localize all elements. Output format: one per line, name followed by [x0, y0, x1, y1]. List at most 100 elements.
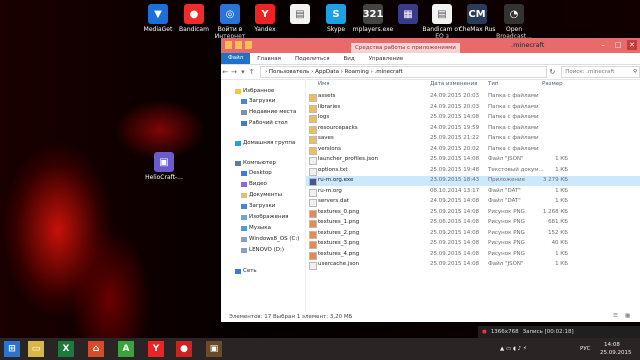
back-arrow-icon[interactable]: ← — [221, 68, 230, 76]
nav-homegroup[interactable]: Домашняя группа — [235, 140, 295, 146]
file-date: 24.09.2015 14:08 — [430, 198, 480, 204]
record-icon[interactable]: ● — [482, 329, 487, 335]
file-row[interactable]: launcher_profiles.json 25.09.2015 14:08 Фа… — [306, 155, 640, 165]
file-date: 25.09.2015 14:08 — [430, 229, 480, 236]
file-size: 3 279 КБ — [542, 177, 568, 183]
new-folder-icon[interactable] — [245, 41, 252, 49]
up-arrow-icon[interactable]: ↑ — [247, 68, 256, 76]
file-row[interactable]: textures_1.png 25.06.2015 14:08 Рисунок PN… — [306, 218, 640, 228]
language-indicator[interactable]: РУС — [580, 346, 591, 352]
file-type: Файл "DAT" — [488, 187, 521, 194]
nav-drive-c[interactable]: Windows8_OS (C:) — [241, 236, 299, 242]
forward-arrow-icon[interactable]: → — [230, 68, 239, 76]
nav-recent-places[interactable]: Недавние места — [241, 109, 296, 115]
tray-icons[interactable]: ▲ ▭ ◖ ♪ ⚡ — [500, 346, 527, 352]
excel-icon[interactable]: X — [58, 341, 74, 357]
chemax-icon: CM — [467, 4, 487, 24]
nav-computer[interactable]: Компьютер — [235, 160, 276, 166]
nav-music[interactable]: Музыка — [241, 225, 271, 231]
folder-icon[interactable] — [225, 41, 232, 49]
file-row[interactable]: servers.dat 24.09.2015 14:08 Файл "DAT" 1 К… — [306, 197, 640, 207]
file-row[interactable]: textures_2.png 25.09.2015 14:08 Рисунок PN… — [306, 229, 640, 239]
file-name: assets — [318, 93, 336, 99]
nav-video[interactable]: Видео — [241, 181, 267, 187]
clock-date[interactable]: 25.09.2015 — [600, 350, 632, 356]
tab-file[interactable]: Файл — [221, 53, 251, 64]
nav-downloads-2[interactable]: Загрузки — [241, 203, 275, 209]
file-row[interactable]: saves 25.09.2015 21:22 Папка с файлами — [306, 134, 640, 144]
bandicam-icon[interactable]: ● — [176, 341, 192, 357]
start-icon[interactable]: ⊞ — [4, 341, 20, 357]
file-size: 1 КБ — [555, 187, 568, 194]
file-name: logs — [318, 114, 330, 120]
mplayer-icon: 321 — [363, 4, 383, 24]
details-view-icon[interactable]: ☰ — [613, 313, 618, 319]
clock-time[interactable]: 14:08 — [604, 342, 620, 348]
properties-icon[interactable] — [235, 41, 242, 49]
column-header-date[interactable]: Дата изменения — [430, 81, 477, 90]
desktop-shortcut-label: mplayers.exe — [352, 26, 394, 33]
tab-home[interactable]: Главная — [250, 56, 288, 62]
status-bar: Элементов: 17 Выбран 1 элемент: 3,20 МБ … — [221, 312, 640, 322]
tab-view[interactable]: Вид — [337, 56, 362, 62]
file-row[interactable]: resourcepacks 24.09.2015 19:59 Папка с фай… — [306, 124, 640, 134]
file-row[interactable]: ru-m.org 08.10.2014 13:17 Файл "DAT" 1 КБ — [306, 187, 640, 197]
nav-favorites[interactable]: Избранное — [235, 88, 274, 94]
file-date: 25.09.2015 14:08 — [430, 156, 480, 162]
file-row[interactable]: ru-m.org.exe 23.09.2015 18:43 Приложение 3 … — [306, 176, 640, 186]
recent-dropdown-icon[interactable]: ▾ — [238, 68, 247, 76]
file-name: servers.dat — [318, 198, 350, 204]
file-row[interactable]: textures_4.png 25.09.2015 14:08 Рисунок PN… — [306, 250, 640, 260]
file-explorer-icon[interactable]: ▭ — [28, 341, 44, 357]
file-type: Папка с файлами — [488, 93, 539, 99]
close-button[interactable]: ✕ — [627, 40, 637, 50]
file-date: 24.09.2015 20:03 — [430, 103, 480, 110]
nav-desktop-favorite[interactable]: Рабочий стол — [241, 120, 288, 126]
file-name: usercache.json — [318, 261, 360, 267]
search-input[interactable]: Поиск: .minecraft ⚲ — [561, 66, 640, 78]
navigation-pane: Избранное Загрузки Недавние места Рабочи… — [221, 79, 306, 312]
file-name: textures_2.png — [318, 229, 360, 236]
column-header-type[interactable]: Тип — [488, 81, 499, 90]
contextual-tab-app-tools[interactable]: Средства работы с приложениями — [351, 43, 460, 53]
file-row[interactable]: logs 25.09.2015 14:08 Папка с файлами — [306, 113, 640, 123]
file-row[interactable]: versions 24.09.2015 20:02 Папка с файлами — [306, 145, 640, 155]
desktop-icon-heliocraft[interactable]: ▣ HelioCraft-... — [142, 152, 186, 181]
pictures-icon — [241, 214, 247, 220]
file-row[interactable]: textures_0.png 25.09.2015 14:08 Рисунок PN… — [306, 208, 640, 218]
file-icon — [309, 188, 317, 197]
maximize-button[interactable]: □ — [613, 40, 623, 50]
file-row[interactable]: options.txt 25.09.2015 19:48 Текстовый док… — [306, 166, 640, 176]
search-icon: ⚲ — [632, 69, 637, 75]
nav-pictures[interactable]: Изображения — [241, 214, 288, 220]
file-row[interactable]: usercache.json 25.09.2015 14:08 Файл "JSON… — [306, 260, 640, 270]
documents-icon — [241, 192, 247, 198]
home-icon[interactable]: ⌂ — [88, 341, 104, 357]
refresh-icon[interactable]: ↻ — [547, 68, 557, 76]
nav-documents[interactable]: Документы — [241, 192, 282, 198]
minimize-button[interactable]: – — [598, 40, 608, 50]
file-name: ru-m.org.exe — [318, 177, 354, 183]
address-input[interactable]: › Пользователь › AppData › Roaming › .mi… — [259, 66, 548, 78]
nav-desktop[interactable]: Desktop — [241, 170, 272, 176]
large-icons-view-icon[interactable]: ▦ — [625, 313, 630, 319]
minecraft-icon[interactable]: ▣ — [206, 341, 222, 357]
tab-share[interactable]: Поделиться — [288, 56, 337, 62]
video-icon — [241, 181, 247, 187]
application-icon — [309, 178, 317, 186]
yandex-browser-icon[interactable]: Y — [148, 341, 164, 357]
file-row[interactable]: libraries 24.09.2015 20:03 Папка с файлами — [306, 103, 640, 113]
app-a-icon[interactable]: A — [118, 341, 134, 357]
nav-network[interactable]: Сеть — [235, 268, 257, 274]
file-date: 24.09.2015 20:03 — [430, 93, 480, 99]
recording-status: Запись [00:02:18] — [522, 329, 574, 335]
desktop-shortcut[interactable]: ◔ Open Broadcast... — [492, 4, 536, 40]
file-date: 25.09.2015 14:08 — [430, 250, 480, 257]
column-header-name[interactable]: Имя — [318, 81, 330, 90]
file-row[interactable]: assets 24.09.2015 20:03 Папка с файлами — [306, 92, 640, 102]
tab-manage[interactable]: Управление — [362, 56, 411, 62]
nav-drive-d[interactable]: LENOVO (D:) — [241, 247, 284, 253]
column-header-size[interactable]: Размер — [542, 81, 563, 90]
nav-downloads[interactable]: Загрузки — [241, 98, 275, 104]
file-row[interactable]: textures_3.png 25.09.2015 14:08 Рисунок PN… — [306, 239, 640, 249]
